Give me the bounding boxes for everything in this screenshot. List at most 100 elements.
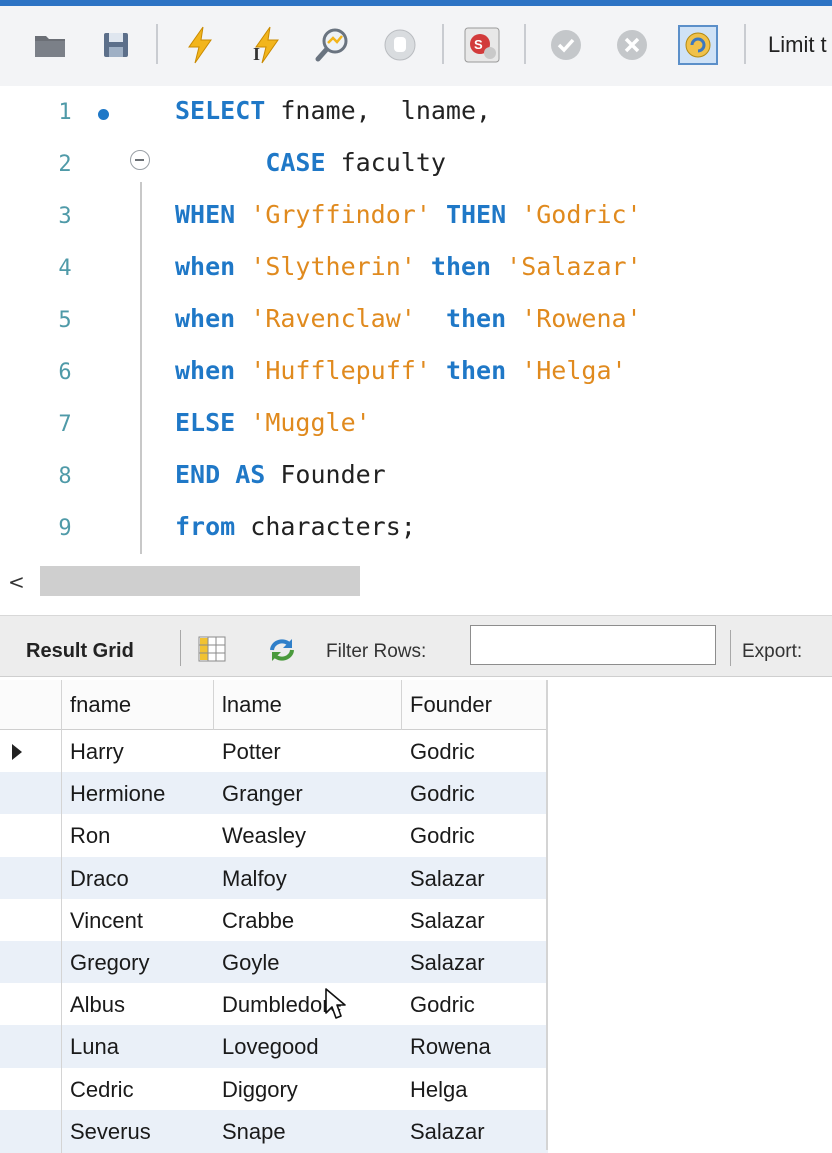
line-number: 8 bbox=[58, 464, 72, 489]
table-cell-founder[interactable]: Salazar bbox=[402, 1110, 548, 1153]
execute-icon[interactable] bbox=[178, 23, 222, 67]
table-row[interactable]: Severus Snape Salazar bbox=[0, 1109, 548, 1153]
table-cell-founder[interactable]: Rowena bbox=[402, 1025, 548, 1068]
open-folder-icon[interactable] bbox=[28, 23, 72, 67]
table-cell-lname[interactable]: Snape bbox=[214, 1110, 402, 1153]
row-selector[interactable] bbox=[0, 814, 62, 858]
table-row[interactable]: Hermione Granger Godric bbox=[0, 772, 548, 816]
result-grid-tab[interactable]: Result Grid bbox=[26, 640, 134, 663]
table-cell-fname[interactable]: Cedric bbox=[62, 1068, 214, 1111]
code-line[interactable]: 4 when 'Slytherin' then 'Salazar' bbox=[0, 242, 832, 294]
column-header-fname[interactable]: fname bbox=[62, 680, 214, 730]
table-row[interactable]: Draco Malfoy Salazar bbox=[0, 856, 548, 900]
table-cell-lname[interactable]: Crabbe bbox=[214, 899, 402, 942]
table-cell-founder[interactable]: Godric bbox=[402, 730, 548, 773]
code-text: from characters; bbox=[175, 512, 416, 541]
table-cell-fname[interactable]: Draco bbox=[62, 857, 214, 900]
table-cell-founder[interactable]: Helga bbox=[402, 1068, 548, 1111]
sql-keyword: when bbox=[175, 304, 251, 333]
sql-editor[interactable]: 1 SELECT fname, lname, 2 CASE faculty 3 WHEN… bbox=[0, 86, 832, 554]
code-line[interactable]: 7 ELSE 'Muggle' bbox=[0, 398, 832, 450]
row-selector[interactable] bbox=[0, 983, 62, 1027]
table-cell-fname[interactable]: Hermione bbox=[62, 772, 214, 815]
explain-icon[interactable] bbox=[312, 23, 356, 67]
sql-keyword: then bbox=[445, 304, 522, 333]
sql-keyword: CASE bbox=[265, 148, 341, 177]
table-cell-lname[interactable]: Malfoy bbox=[214, 857, 402, 900]
table-row[interactable]: Gregory Goyle Salazar bbox=[0, 941, 548, 984]
export-label[interactable]: Export: bbox=[742, 641, 802, 663]
table-cell-fname[interactable]: Severus bbox=[62, 1110, 214, 1153]
rollback-icon[interactable] bbox=[610, 23, 654, 67]
table-cell-lname[interactable]: Lovegood bbox=[214, 1025, 402, 1068]
row-selector[interactable] bbox=[0, 1067, 62, 1111]
table-row[interactable]: Albus Dumbledore Godric bbox=[0, 983, 548, 1027]
refresh-icon[interactable] bbox=[266, 636, 298, 664]
code-line[interactable]: 2 CASE faculty bbox=[0, 138, 832, 190]
column-header-lname[interactable]: lname bbox=[214, 680, 402, 730]
table-row[interactable]: Harry Potter Godric bbox=[0, 730, 548, 773]
code-line[interactable]: 1 SELECT fname, lname, bbox=[0, 86, 832, 138]
table-row[interactable]: Cedric Diggory Helga bbox=[0, 1067, 548, 1111]
toggle-stop-on-error-icon[interactable]: S bbox=[460, 23, 504, 67]
table-cell-fname[interactable]: Gregory bbox=[62, 941, 214, 984]
table-cell-founder[interactable]: Godric bbox=[402, 814, 548, 857]
table-cell-lname[interactable]: Weasley bbox=[214, 814, 402, 857]
current-row-arrow-icon[interactable] bbox=[0, 730, 62, 773]
code-text: WHEN 'Gryffindor' THEN 'Godric' bbox=[175, 200, 642, 229]
code-line[interactable]: 8 END AS Founder bbox=[0, 450, 832, 502]
code-line[interactable]: 5 when 'Ravenclaw' then 'Rowena' bbox=[0, 294, 832, 346]
sql-keyword: from bbox=[175, 512, 251, 541]
table-row[interactable]: Ron Weasley Godric bbox=[0, 814, 548, 858]
code-text: CASE faculty bbox=[175, 148, 446, 177]
row-selector[interactable] bbox=[0, 1109, 62, 1153]
line-number: 7 bbox=[58, 412, 72, 437]
row-selector[interactable] bbox=[0, 772, 62, 816]
line-number: 6 bbox=[58, 360, 72, 385]
table-cell-fname[interactable]: Vincent bbox=[62, 899, 214, 942]
commit-icon[interactable] bbox=[544, 23, 588, 67]
row-selector[interactable] bbox=[0, 898, 62, 942]
code-text: SELECT fname, lname, bbox=[175, 96, 491, 125]
line-number: 2 bbox=[58, 152, 72, 177]
stop-icon[interactable] bbox=[378, 23, 422, 67]
code-line[interactable]: 6 when 'Hufflepuff' then 'Helga' bbox=[0, 346, 832, 398]
table-cell-founder[interactable]: Salazar bbox=[402, 899, 548, 942]
sql-identifier: characters; bbox=[250, 512, 416, 541]
scrollbar-thumb[interactable] bbox=[40, 566, 360, 596]
row-selector[interactable] bbox=[0, 941, 62, 984]
sql-string: 'Helga' bbox=[521, 356, 627, 385]
row-selector[interactable] bbox=[0, 856, 62, 900]
execute-current-icon[interactable]: I bbox=[244, 23, 288, 67]
scroll-left-icon[interactable]: < bbox=[8, 570, 25, 594]
table-cell-founder[interactable]: Godric bbox=[402, 772, 548, 815]
autocommit-icon[interactable] bbox=[676, 23, 720, 67]
table-cell-fname[interactable]: Ron bbox=[62, 814, 214, 857]
table-cell-fname[interactable]: Harry bbox=[62, 730, 214, 773]
grid-layout-icon[interactable] bbox=[198, 636, 226, 662]
grid-header: fname lname Founder bbox=[0, 680, 548, 730]
horizontal-scrollbar[interactable]: < bbox=[0, 556, 832, 606]
table-cell-lname[interactable]: Dumbledore bbox=[214, 983, 402, 1026]
save-icon[interactable] bbox=[94, 23, 138, 67]
code-line[interactable]: 3 WHEN 'Gryffindor' THEN 'Godric' bbox=[0, 190, 832, 242]
table-cell-founder[interactable]: Salazar bbox=[402, 857, 548, 900]
table-cell-founder[interactable]: Salazar bbox=[402, 941, 548, 984]
limit-rows-label[interactable]: Limit t bbox=[768, 32, 827, 58]
table-cell-fname[interactable]: Albus bbox=[62, 983, 214, 1026]
sql-keyword: END AS bbox=[175, 460, 281, 489]
table-cell-founder[interactable]: Godric bbox=[402, 983, 548, 1026]
table-cell-lname[interactable]: Diggory bbox=[214, 1068, 402, 1111]
row-selector[interactable] bbox=[0, 1025, 62, 1069]
table-cell-lname[interactable]: Potter bbox=[214, 730, 402, 773]
grid-corner bbox=[0, 680, 62, 730]
table-row[interactable]: Vincent Crabbe Salazar bbox=[0, 898, 548, 942]
filter-rows-input[interactable] bbox=[470, 625, 716, 665]
code-line[interactable]: 9 from characters; bbox=[0, 502, 832, 554]
table-cell-lname[interactable]: Granger bbox=[214, 772, 402, 815]
sql-string: 'Rowena' bbox=[521, 304, 642, 333]
column-header-founder[interactable]: Founder bbox=[402, 680, 548, 730]
table-cell-fname[interactable]: Luna bbox=[62, 1025, 214, 1068]
table-cell-lname[interactable]: Goyle bbox=[214, 941, 402, 984]
table-row[interactable]: Luna Lovegood Rowena bbox=[0, 1025, 548, 1069]
